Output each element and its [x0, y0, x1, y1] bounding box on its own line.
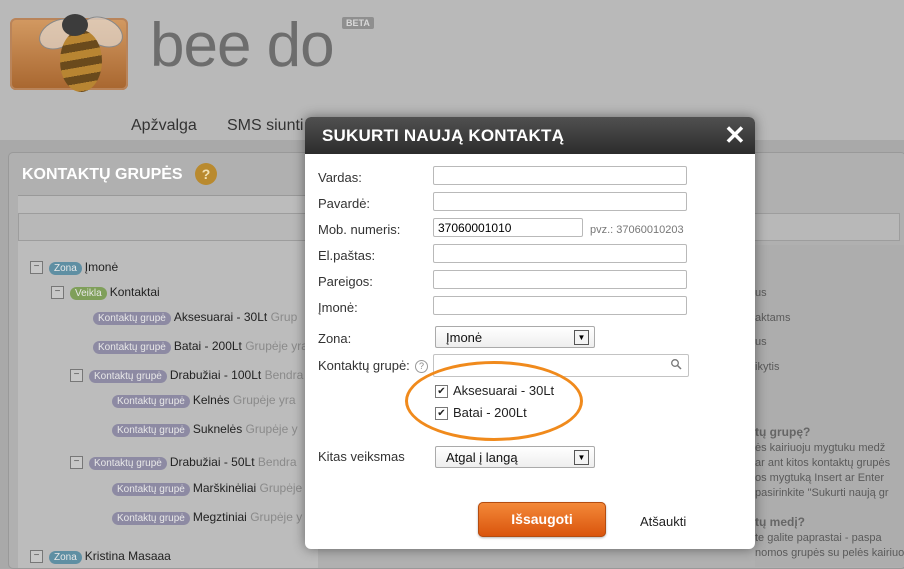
label-mob: Mob. numeris:: [318, 222, 401, 237]
tree-row-label: Kelnės: [192, 393, 230, 407]
tree-row[interactable]: Kontaktų grupė Megztiniai Grupėje y: [112, 510, 302, 525]
tree-row-label: Kontaktai: [109, 285, 160, 299]
mobile-field[interactable]: [433, 218, 583, 237]
side-text: os mygtuką Insert ar Enter: [755, 472, 884, 484]
collapse-icon[interactable]: −: [70, 456, 83, 470]
close-icon[interactable]: ✕: [724, 120, 746, 151]
chevron-down-icon: ▼: [574, 330, 589, 345]
zone-pill: Zona: [49, 551, 82, 564]
tree-row-label: Megztiniai: [192, 510, 247, 524]
tree-row[interactable]: Kontaktų grupė Kelnės Grupėje yra: [112, 393, 296, 408]
tree-row-label: Suknelės: [192, 422, 243, 436]
save-button[interactable]: Išsaugoti: [478, 502, 606, 537]
tree-row-desc: Grupėje: [259, 481, 303, 495]
nav-item-sms[interactable]: SMS siunti: [227, 117, 303, 135]
zone-pill: Zona: [49, 262, 82, 275]
side-text: ės kairiuoju mygtuku medž: [755, 442, 886, 454]
group-pill: Kontaktų grupė: [89, 457, 167, 470]
dialog-title: SUKURTI NAUJĄ KONTAKTĄ: [322, 126, 565, 145]
side-link[interactable]: us: [755, 336, 767, 348]
brand-name: bee do: [150, 11, 335, 80]
chevron-down-icon: ▼: [574, 450, 589, 465]
bee-head: [62, 14, 88, 36]
group-pill: Kontaktų grupė: [112, 424, 190, 437]
label-grupe: Kontaktų grupė:: [318, 358, 410, 373]
tree-row[interactable]: Kontaktų grupė Marškinėliai Grupėje: [112, 481, 302, 496]
search-icon: [671, 359, 682, 370]
tree-row[interactable]: − Kontaktų grupė Drabužiai - 100Lt Bendra: [70, 368, 303, 383]
highlight-ellipse: [405, 361, 583, 441]
tree-row-label: Kristina Masaaa: [84, 549, 171, 563]
tree-row-label: Aksesuarai - 30Lt: [173, 310, 268, 324]
side-link[interactable]: ikytis: [755, 361, 779, 373]
tree-row-label: Drabužiai - 50Lt: [169, 455, 255, 469]
pavarde-field[interactable]: [433, 192, 687, 211]
side-heading: tų medį?: [755, 515, 805, 529]
side-text: nomos grupės su pelės kairiuoju mygtuku …: [755, 547, 904, 559]
group-pill: Kontaktų grupė: [112, 395, 190, 408]
label-zona: Zona:: [318, 331, 352, 346]
help-icon[interactable]: ?: [415, 360, 428, 373]
pareigos-field[interactable]: [433, 270, 687, 289]
side-text: pasirinkite "Sukurti naują gr: [755, 487, 889, 499]
new-contact-dialog: SUKURTI NAUJĄ KONTAKTĄ ✕ Vardas: Pavardė…: [305, 117, 755, 549]
tree-row[interactable]: − Kontaktų grupė Drabužiai - 50Lt Bendra: [70, 455, 297, 470]
help-icon[interactable]: ?: [195, 163, 217, 185]
tree-row-label: Drabužiai - 100Lt: [169, 368, 262, 382]
tree-row-desc: Bendra: [264, 368, 304, 382]
tree-row-desc: Bendra: [257, 455, 297, 469]
side-heading: tų grupę?: [755, 425, 811, 439]
label-email: El.paštas:: [318, 248, 376, 263]
tree-row[interactable]: − Zona Kristina Masaaa: [30, 549, 171, 564]
mobile-hint: pvz.: 37060010203: [590, 224, 684, 236]
zona-selected: Įmonė: [446, 330, 483, 345]
cancel-button[interactable]: Atšaukti: [640, 514, 686, 529]
label-pareigos: Pareigos:: [318, 274, 373, 289]
group-pill: Kontaktų grupė: [89, 370, 167, 383]
tree-row-desc: Grupėje yra: [232, 393, 296, 407]
label-vardas: Vardas:: [318, 170, 362, 185]
tree-row-label: Batai - 200Lt: [173, 339, 242, 353]
side-text: ar ant kitos kontaktų grupės: [755, 457, 891, 469]
beta-badge: BETA: [342, 17, 374, 29]
veikla-pill: Veikla: [70, 287, 107, 300]
group-pill: Kontaktų grupė: [93, 341, 171, 354]
tree-row-desc: Grupėje y: [250, 510, 303, 524]
imone-field[interactable]: [433, 296, 687, 315]
group-pill: Kontaktų grupė: [93, 312, 171, 325]
zona-select[interactable]: Įmonė ▼: [435, 326, 595, 348]
tree-row[interactable]: Kontaktų grupė Suknelės Grupėje y: [112, 422, 298, 437]
tree-row-desc: Grupėje y: [245, 422, 298, 436]
tree-row[interactable]: − Veikla Kontaktai: [51, 285, 160, 300]
bee-body: [60, 30, 102, 92]
next-action-select[interactable]: Atgal į langą ▼: [435, 446, 595, 468]
nav-item-apzvalga[interactable]: Apžvalga: [131, 117, 197, 135]
panel-title: KONTAKTŲ GRUPĖS: [22, 166, 183, 183]
tree-row[interactable]: Kontaktų grupė Batai - 200Lt Grupėje yra: [93, 339, 308, 354]
next-action-selected: Atgal į langą: [446, 450, 518, 465]
tree-row[interactable]: − Zona Įmonė: [30, 260, 118, 275]
collapse-icon[interactable]: −: [70, 369, 83, 383]
tree-row-label: Marškinėliai: [192, 481, 257, 495]
vardas-field[interactable]: [433, 166, 687, 185]
collapse-icon[interactable]: −: [30, 550, 43, 564]
email-field[interactable]: [433, 244, 687, 263]
group-pill: Kontaktų grupė: [112, 512, 190, 525]
label-veiksmas: Kitas veiksmas: [318, 449, 405, 464]
tree-row[interactable]: Kontaktų grupė Aksesuarai - 30Lt Grup: [93, 310, 297, 325]
tree-row-label: Įmonė: [84, 260, 119, 274]
collapse-icon[interactable]: −: [51, 286, 64, 300]
side-link[interactable]: us: [755, 287, 767, 299]
label-imone: Įmonė:: [318, 300, 358, 315]
group-pill: Kontaktų grupė: [112, 483, 190, 496]
side-link[interactable]: aktams: [755, 312, 790, 324]
side-text: te galite paprastai - paspa: [755, 532, 882, 544]
tree-row-desc: Grup: [270, 310, 298, 324]
collapse-icon[interactable]: −: [30, 261, 43, 275]
tree-row-desc: Grupėje yra: [245, 339, 308, 353]
label-pavarde: Pavardė:: [318, 196, 371, 211]
